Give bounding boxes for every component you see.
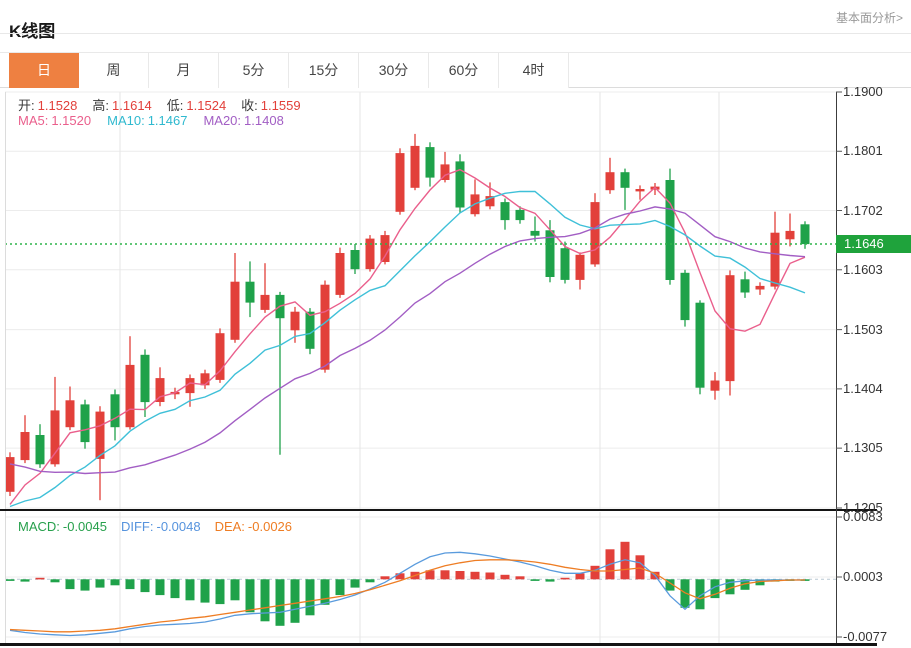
readout-pair: 开:1.1528 <box>18 95 77 114</box>
axis-tick-label: 1.1801 <box>843 143 907 159</box>
ma5-line <box>10 170 805 505</box>
period-tabs: 日周月5分15分30分60分4时 <box>9 53 569 88</box>
readout-pair: MA10:1.1467 <box>107 113 187 128</box>
tab-周[interactable]: 周 <box>79 53 149 88</box>
header-divider <box>0 33 911 34</box>
tab-30分[interactable]: 30分 <box>359 53 429 88</box>
axis-tick-label: 1.1900 <box>843 84 907 100</box>
current-price-badge: 1.1646 <box>836 235 911 253</box>
readout-pair: 低:1.1524 <box>167 95 226 114</box>
axis-tick-label: 1.1404 <box>843 381 907 397</box>
readout-pair: 高:1.1614 <box>92 95 151 114</box>
axis-tick-label: -0.0077 <box>843 629 907 645</box>
fundamental-analysis-link[interactable]: 基本面分析> <box>836 9 903 26</box>
ma10-line <box>10 191 805 506</box>
readout-pair: 收:1.1559 <box>241 95 300 114</box>
tab-4时[interactable]: 4时 <box>499 53 569 88</box>
readout-pair: DEA:-0.0026 <box>215 519 292 534</box>
readout-pair: MACD:-0.0045 <box>18 519 107 534</box>
readout-pair: MA20:1.1408 <box>203 113 283 128</box>
page-title: K线图 <box>9 17 55 42</box>
axis-tick-label: 1.1503 <box>843 322 907 338</box>
ohlc-readout: 开:1.1528 高:1.1614 低:1.1524 收:1.1559 <box>18 95 301 114</box>
axis-tick-label: 1.1305 <box>843 440 907 456</box>
axis-tick-label: 0.0083 <box>843 509 907 525</box>
period-tabbar: 日周月5分15分30分60分4时 <box>0 52 911 88</box>
tab-5分[interactable]: 5分 <box>219 53 289 88</box>
axis-tick-label: 1.1702 <box>843 203 907 219</box>
tab-日[interactable]: 日 <box>9 53 79 88</box>
tab-月[interactable]: 月 <box>149 53 219 88</box>
readout-pair: MA5:1.1520 <box>18 113 91 128</box>
candles-group <box>6 134 810 500</box>
readout-pair: DIFF:-0.0048 <box>121 519 201 534</box>
macd-readout: MACD:-0.0045 DIFF:-0.0048 DEA:-0.0026 <box>18 519 292 534</box>
axis-tick-label: 1.1603 <box>843 262 907 278</box>
tab-60分[interactable]: 60分 <box>429 53 499 88</box>
tab-15分[interactable]: 15分 <box>289 53 359 88</box>
kline-widget: K线图 基本面分析> 日周月5分15分30分60分4时 开:1.1528 高:1.… <box>0 0 911 648</box>
ma20-line <box>10 207 805 474</box>
ma-readout: MA5:1.1520 MA10:1.1467 MA20:1.1408 <box>18 113 284 128</box>
axis-tick-label: 0.0003 <box>843 569 907 585</box>
